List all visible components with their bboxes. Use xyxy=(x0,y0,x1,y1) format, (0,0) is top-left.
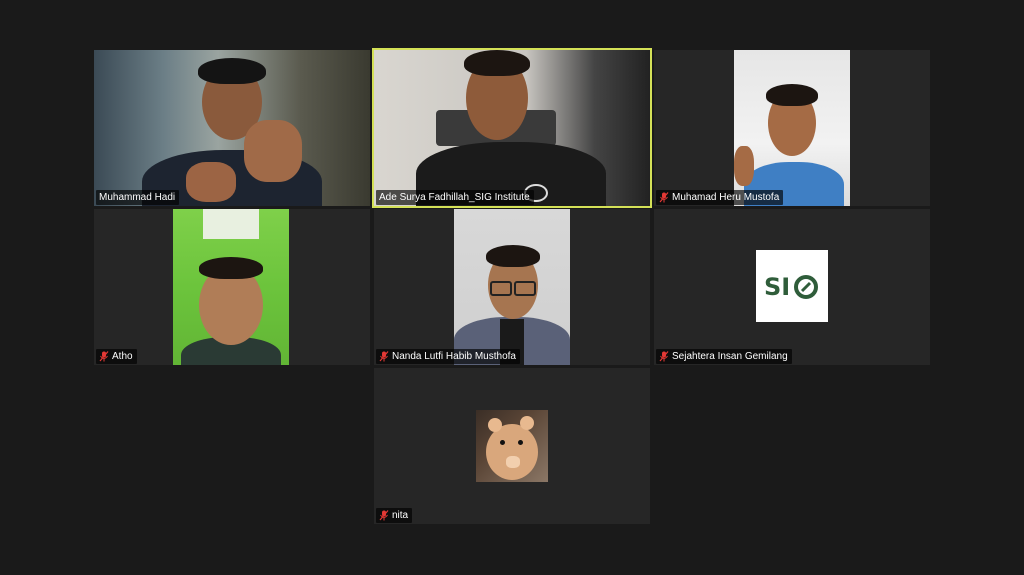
participant-name-tag: Muhammad Hadi xyxy=(96,190,180,205)
participant-name-tag: nita xyxy=(376,508,413,523)
svg-text:SI: SI xyxy=(764,273,790,301)
participant-video xyxy=(374,50,650,206)
participant-name: Sejahtera Insan Gemilang xyxy=(672,351,788,362)
mic-muted-icon xyxy=(379,351,389,362)
participant-name: Muhamad Heru Mustofa xyxy=(672,192,780,203)
video-tile-nita[interactable]: nita xyxy=(374,368,650,524)
participant-video xyxy=(454,209,570,365)
participant-name-tag: Ade Surya Fadhillah_SIG Institute xyxy=(376,190,534,205)
video-tile-ade-surya-fadhillah[interactable]: Ade Surya Fadhillah_SIG Institute xyxy=(372,48,652,208)
mic-muted-icon xyxy=(659,192,669,203)
mic-muted-icon xyxy=(99,351,109,362)
video-tile-sejahtera-insan-gemilang[interactable]: SI Sejahtera Insan Gemilang xyxy=(654,209,930,365)
video-tile-muhammad-hadi[interactable]: Muhammad Hadi xyxy=(94,50,370,206)
mic-muted-icon xyxy=(659,351,669,362)
participant-video xyxy=(94,50,370,206)
participant-name: Atho xyxy=(112,351,133,362)
participant-name: Nanda Lutfi Habib Musthofa xyxy=(392,351,516,362)
participant-name: Ade Surya Fadhillah_SIG Institute xyxy=(379,192,530,203)
video-tile-atho[interactable]: Atho xyxy=(94,209,370,365)
participant-name: nita xyxy=(392,510,409,521)
participant-video xyxy=(173,209,289,365)
profile-picture xyxy=(476,410,548,482)
sig-logo: SI xyxy=(764,273,818,301)
participant-name-tag: Atho xyxy=(96,349,137,364)
participant-video xyxy=(734,50,850,206)
participant-name: Muhammad Hadi xyxy=(99,192,176,203)
video-tile-muhamad-heru-mustofa[interactable]: Muhamad Heru Mustofa xyxy=(654,50,930,206)
video-tile-nanda-lutfi-habib-musthofa[interactable]: Nanda Lutfi Habib Musthofa xyxy=(374,209,650,365)
sig-logo-avatar: SI xyxy=(756,250,828,322)
participant-name-tag: Sejahtera Insan Gemilang xyxy=(656,349,792,364)
mic-muted-icon xyxy=(379,510,389,521)
participant-name-tag: Nanda Lutfi Habib Musthofa xyxy=(376,349,520,364)
participant-name-tag: Muhamad Heru Mustofa xyxy=(656,190,784,205)
